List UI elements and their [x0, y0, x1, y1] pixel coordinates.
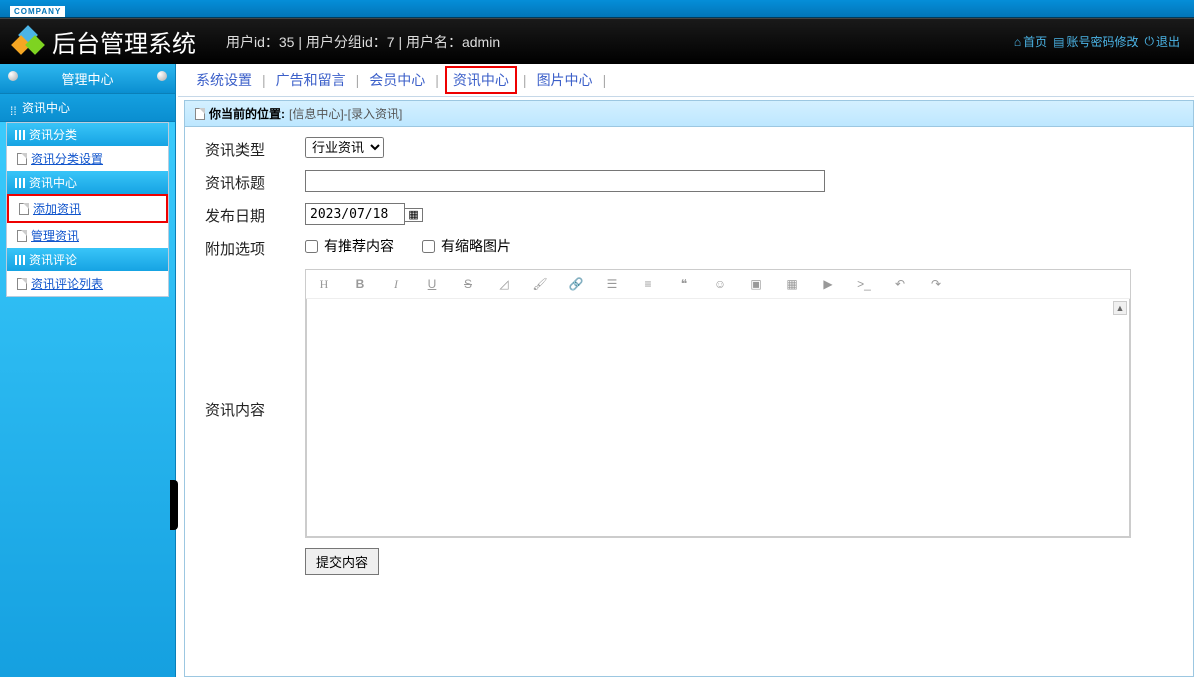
emoji-icon[interactable]: ☺	[712, 276, 728, 292]
list-icon[interactable]: ☰	[604, 276, 620, 292]
checkbox-recommend-label[interactable]: 有推荐内容	[305, 236, 394, 256]
nav-tab[interactable]: 会员中心	[365, 70, 429, 90]
nav-separator: |	[356, 72, 360, 88]
header-links: ⌂首页 ▤账号密码修改 ⏻退出	[1014, 33, 1180, 50]
sidebar-item[interactable]: 管理资讯	[7, 223, 168, 248]
sidebar-top-tab[interactable]: 管理中心	[0, 64, 175, 94]
link-icon[interactable]: 🔗	[568, 276, 584, 292]
label-date: 发布日期	[205, 203, 305, 226]
row-date: 发布日期 ▦	[205, 203, 1173, 226]
breadcrumb: 你当前的位置: [信息中心]-[录入资讯]	[185, 101, 1193, 127]
editor-toolbar: H B I U S ◿ 🖌 🔗 ☰ ≡ ❝	[306, 270, 1130, 299]
bars-icon	[15, 255, 25, 265]
heading-icon[interactable]: H	[316, 276, 332, 292]
logo-icon	[14, 28, 42, 56]
top-banner: COMPANY	[0, 0, 1194, 18]
home-icon: ⌂	[1014, 35, 1021, 49]
nav-separator: |	[523, 72, 527, 88]
sidebar-collapse-handle[interactable]	[170, 480, 178, 530]
select-type[interactable]: 行业资讯	[305, 137, 384, 158]
sidebar-item[interactable]: 添加资讯	[7, 194, 168, 223]
doc-icon	[17, 278, 27, 290]
sidebar-group-head: 资讯中心	[7, 171, 168, 194]
home-link[interactable]: ⌂首页	[1014, 33, 1047, 50]
sidebar: 管理中心 ⁞⁞ 资讯中心 资讯分类资讯分类设置资讯中心添加资讯管理资讯资讯评论资…	[0, 64, 176, 677]
company-badge: COMPANY	[10, 6, 65, 17]
brush-icon[interactable]: 🖌	[532, 276, 548, 292]
submit-button[interactable]: 提交内容	[305, 548, 379, 575]
checkbox-thumb-label[interactable]: 有缩略图片	[422, 236, 511, 256]
nav-tab[interactable]: 资讯中心	[445, 66, 517, 94]
undo-icon[interactable]: ↶	[892, 276, 908, 292]
doc-icon	[17, 153, 27, 165]
scroll-up-icon[interactable]: ▲	[1113, 301, 1127, 315]
quote-icon[interactable]: ❝	[676, 276, 692, 292]
page-icon	[195, 108, 205, 120]
underline-icon[interactable]: U	[424, 276, 440, 292]
sidebar-item[interactable]: 资讯分类设置	[7, 146, 168, 171]
checkbox-thumb[interactable]	[422, 240, 435, 253]
sidebar-link[interactable]: 资讯评论列表	[31, 275, 103, 292]
sidebar-item[interactable]: 资讯评论列表	[7, 271, 168, 296]
bars-icon	[15, 178, 25, 188]
nav-tab[interactable]: 广告和留言	[272, 70, 350, 90]
nav-separator: |	[435, 72, 439, 88]
row-title: 资讯标题	[205, 170, 1173, 193]
password-link[interactable]: ▤账号密码修改	[1053, 33, 1138, 50]
label-title: 资讯标题	[205, 170, 305, 193]
row-extras: 附加选项 有推荐内容 有缩略图片	[205, 236, 1173, 259]
label-extras: 附加选项	[205, 236, 305, 259]
strike-icon[interactable]: S	[460, 276, 476, 292]
sidebar-link[interactable]: 添加资讯	[33, 200, 81, 217]
doc-icon	[19, 203, 29, 215]
redo-icon[interactable]: ↷	[928, 276, 944, 292]
logout-link[interactable]: ⏻退出	[1144, 33, 1180, 50]
video-icon[interactable]: ▶	[820, 276, 836, 292]
top-nav: 系统设置 | 广告和留言 | 会员中心 | 资讯中心 | 图片中心 |	[178, 64, 1194, 97]
power-icon: ⏻	[1144, 34, 1154, 49]
editor-textarea[interactable]: ▲	[306, 299, 1130, 537]
indent-icon[interactable]: ≡	[640, 276, 656, 292]
bars-icon	[15, 130, 25, 140]
input-date[interactable]	[305, 203, 405, 225]
row-submit: 提交内容	[205, 548, 1173, 575]
rich-editor: H B I U S ◿ 🖌 🔗 ☰ ≡ ❝	[305, 269, 1131, 538]
sidebar-group-head: 资讯分类	[7, 123, 168, 146]
eraser-icon[interactable]: ◿	[496, 276, 512, 292]
code-icon[interactable]: >_	[856, 276, 872, 292]
table-icon[interactable]: ▦	[784, 276, 800, 292]
grid-icon: ⁞⁞	[10, 104, 18, 112]
user-info: 用户id：35 | 用户分组id：7 | 用户名：admin	[226, 32, 500, 52]
input-title[interactable]	[305, 170, 825, 192]
nav-tab[interactable]: 系统设置	[192, 70, 256, 90]
content-area: 系统设置 | 广告和留言 | 会员中心 | 资讯中心 | 图片中心 | 你当前的位置: [信息中心…	[176, 64, 1194, 677]
nav-separator: |	[603, 72, 607, 88]
image-icon[interactable]: ▣	[748, 276, 764, 292]
label-type: 资讯类型	[205, 137, 305, 160]
app-title: 后台管理系统	[52, 24, 196, 59]
nav-tab[interactable]: 图片中心	[533, 70, 597, 90]
sidebar-group-head: 资讯评论	[7, 248, 168, 271]
nav-separator: |	[262, 72, 266, 88]
bold-icon[interactable]: B	[352, 276, 368, 292]
row-type: 资讯类型 行业资讯	[205, 137, 1173, 160]
content-body: 你当前的位置: [信息中心]-[录入资讯] 资讯类型 行业资讯 资讯标题	[184, 100, 1194, 677]
sidebar-link[interactable]: 管理资讯	[31, 227, 79, 244]
calendar-icon[interactable]: ▦	[404, 208, 422, 222]
checkbox-recommend[interactable]	[305, 240, 318, 253]
label-content: 资讯内容	[205, 269, 305, 420]
header: 后台管理系统 用户id：35 | 用户分组id：7 | 用户名：admin ⌂首…	[0, 18, 1194, 64]
sidebar-link[interactable]: 资讯分类设置	[31, 150, 103, 167]
doc-icon: ▤	[1053, 35, 1064, 49]
sidebar-section-title: ⁞⁞ 资讯中心	[0, 94, 175, 122]
row-content: 资讯内容 H B I U S ◿ 🖌 🔗	[205, 269, 1173, 538]
doc-icon	[17, 230, 27, 242]
italic-icon[interactable]: I	[388, 276, 404, 292]
form-area: 资讯类型 行业资讯 资讯标题 发布日期 ▦	[185, 127, 1193, 595]
